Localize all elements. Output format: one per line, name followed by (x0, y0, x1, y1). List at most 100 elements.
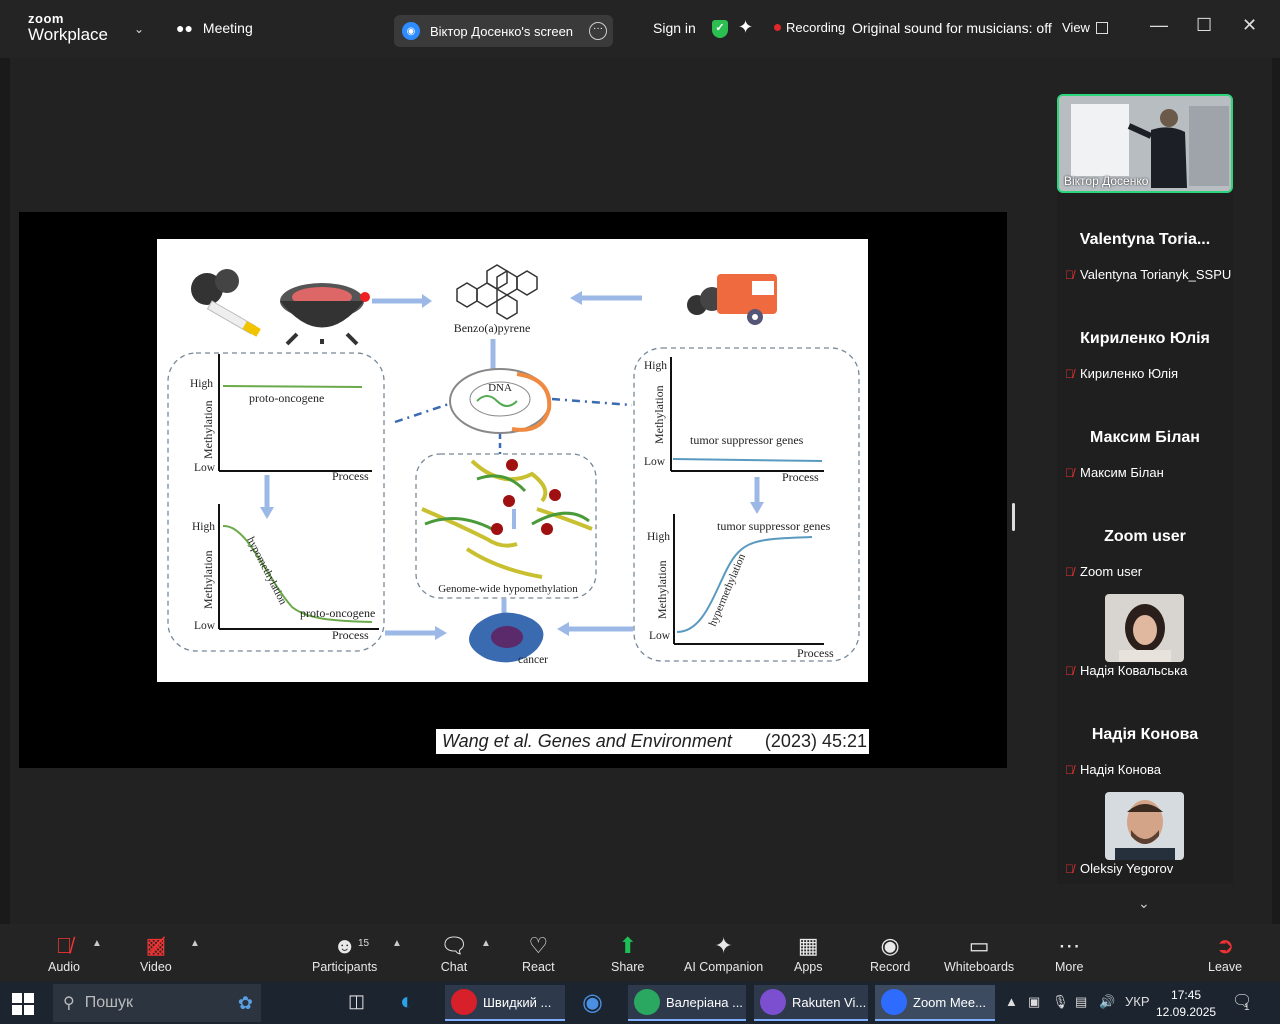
more-button[interactable]: ⋯ More (1055, 932, 1083, 974)
share-up-arrow-icon: ⬆ (618, 933, 637, 958)
tray-overflow-icon[interactable]: ▲ (1005, 994, 1018, 1009)
taskbar-app-opera[interactable]: Швидкий ... (445, 985, 565, 1021)
mic-muted-icon: 🎙̸ (1065, 762, 1074, 777)
svg-text:High: High (647, 531, 670, 543)
ai-sparkle-icon: ✦ (714, 933, 733, 958)
benzo-label: Benzo(a)pyrene (454, 321, 531, 335)
chevron-down-icon[interactable]: ⌄ (134, 22, 144, 36)
taskbar-search[interactable]: ⚲ Пошук ✿ (53, 984, 261, 1022)
chrome-profile-icon (634, 989, 660, 1015)
leave-door-icon: ➲ (1215, 933, 1235, 958)
svg-text:Methylation: Methylation (652, 385, 666, 444)
zoom-logo: zoom Workplace (28, 11, 108, 44)
meeting-menu[interactable]: ●● Meeting (176, 20, 253, 36)
globe-icon: ◉ (402, 22, 420, 40)
meet-now-icon[interactable]: ▣ (1028, 994, 1040, 1010)
svg-text:hypomethylation: hypomethylation (244, 535, 289, 607)
participant-name: Кириленко Юлія (1080, 366, 1179, 381)
participant-display-name: Надія Конова (1091, 726, 1199, 743)
participants-options-caret-icon[interactable]: ▲ (392, 938, 402, 949)
citation-authors: Wang et al. Genes and Environment (442, 731, 732, 751)
participant-display-name: Valentyna Toria... (1079, 231, 1211, 248)
task-view-icon[interactable]: ◫ (348, 991, 365, 1012)
mic-muted-icon: 🎙̸ (1065, 861, 1074, 876)
dolphin-icon: ✿ (237, 992, 253, 1013)
cigarette-icon (191, 269, 261, 337)
svg-text:proto-oncogene: proto-oncogene (300, 606, 375, 620)
svg-text:Low: Low (644, 456, 666, 468)
scroll-down-icon[interactable]: ⌄ (1138, 895, 1150, 912)
ai-companion-button[interactable]: ✦ AI Companion (684, 932, 763, 974)
participant-video-tile[interactable]: Віктор Досенко (1057, 94, 1233, 193)
screen-share-indicator[interactable]: ◉ Віктор Досенко's screen ··· (394, 15, 613, 47)
taskbar-app-viber[interactable]: Rakuten Vi... (754, 985, 868, 1021)
participant-tile[interactable]: Надія Конова 🎙̸ Надія Конова (1057, 688, 1233, 787)
svg-text:Process: Process (332, 469, 369, 483)
taskbar-app-chrome[interactable]: Валеріана ... (628, 985, 746, 1021)
language-indicator[interactable]: УКР (1125, 994, 1150, 1009)
slide-citation: Wang et al. Genes and Environment (2023)… (436, 729, 869, 754)
citation-ref: (2023) 45:21 (764, 731, 867, 751)
participant-name: Надія Ковальська (1080, 663, 1188, 678)
edge-icon[interactable]: ◐ (400, 988, 415, 1016)
svg-text:hypermethylation: hypermethylation (707, 552, 749, 629)
minimize-icon[interactable]: — (1150, 15, 1168, 36)
more-options-icon[interactable]: ··· (589, 22, 607, 40)
chat-button[interactable]: 🗨 Chat (440, 932, 468, 974)
participant-name: Valentyna Torianyk_SSPU (1080, 267, 1232, 282)
svg-text:Low: Low (194, 620, 216, 632)
video-options-caret-icon[interactable]: ▲ (190, 938, 200, 949)
graph-proto-oncogene: High Low Methylation proto-oncogene Proc… (190, 354, 372, 483)
taskbar-clock[interactable]: 17:45 12.09.2025 (1156, 987, 1216, 1021)
apps-button[interactable]: ▦ Apps (794, 932, 823, 974)
participant-tile[interactable]: 🎙̸ Надія Ковальська (1057, 589, 1233, 688)
volume-icon[interactable]: 🔊 (1099, 994, 1115, 1010)
audio-options-caret-icon[interactable]: ▲ (92, 938, 102, 949)
svg-text:Methylation: Methylation (655, 560, 669, 619)
benzo-structure (456, 264, 538, 320)
chat-options-caret-icon[interactable]: ▲ (481, 938, 491, 949)
participant-tile[interactable]: Кириленко Юлія 🎙̸ Кириленко Юлія (1057, 292, 1233, 391)
whiteboard-icon: ▭ (968, 933, 990, 958)
participant-display-name: Zoom user (1104, 528, 1186, 545)
video-button[interactable]: ▩̸ Video (140, 932, 172, 974)
notifications-count: 1 (1244, 1002, 1250, 1013)
mic-muted-icon: 🎙̸ (1065, 366, 1074, 381)
svg-text:tumor suppressor genes: tumor suppressor genes (717, 519, 831, 533)
whiteboards-button[interactable]: ▭ Whiteboards (944, 932, 1014, 974)
participant-tile[interactable]: Zoom user 🎙̸ Zoom user (1057, 490, 1233, 589)
participant-display-name: Максим Білан (1090, 429, 1200, 446)
react-button[interactable]: ♡ React (522, 932, 555, 974)
video-off-icon: ▩̸ (145, 933, 167, 958)
apps-grid-icon: ▦ (797, 933, 819, 958)
original-sound-status[interactable]: Original sound for musicians: off (852, 20, 1052, 36)
record-button[interactable]: ◉ Record (870, 932, 910, 974)
leave-button[interactable]: ➲ Leave (1208, 932, 1242, 974)
close-icon[interactable]: ✕ (1242, 15, 1257, 36)
network-icon[interactable]: ▤ (1075, 994, 1087, 1010)
title-bar: zoom Workplace ⌄ ●● Meeting ◉ Віктор Дос… (0, 0, 1280, 58)
participant-tile[interactable]: Максим Білан 🎙̸ Максим Білан (1057, 391, 1233, 490)
splitter-handle[interactable] (1012, 503, 1015, 531)
view-menu[interactable]: View (1062, 20, 1108, 35)
maximize-icon[interactable]: ☐ (1196, 15, 1212, 36)
chrome-icon[interactable]: ◉ (582, 988, 603, 1017)
participant-avatar (1105, 594, 1184, 662)
microphone-icon[interactable]: 🎙 (1052, 994, 1069, 1010)
participant-tile[interactable]: Valentyna Toria... 🎙̸ Valentyna Torianyk_… (1057, 193, 1233, 292)
sign-in-link[interactable]: Sign in (653, 20, 696, 36)
windows-start-icon[interactable] (12, 993, 34, 1015)
mic-muted-icon: 🎙̸ (1065, 267, 1074, 282)
svg-text:Methylation: Methylation (201, 400, 215, 459)
ai-sparkle-icon[interactable]: ✦ (738, 17, 753, 38)
dna-helix-group (421, 459, 593, 579)
recording-indicator[interactable]: Recording (774, 20, 845, 35)
shield-check-icon[interactable]: ✓ (712, 20, 728, 38)
heart-icon: ♡ (528, 933, 549, 958)
share-button[interactable]: ⬆ Share (611, 932, 644, 974)
taskbar-app-zoom[interactable]: Zoom Mee... (875, 985, 995, 1021)
audio-button[interactable]: 🎙̸ Audio (48, 932, 80, 974)
participant-tile[interactable]: 🎙̸ Oleksiy Yegorov (1057, 787, 1233, 886)
mic-muted-icon: 🎙̸ (55, 933, 73, 958)
search-icon: ⚲ (63, 995, 75, 1012)
